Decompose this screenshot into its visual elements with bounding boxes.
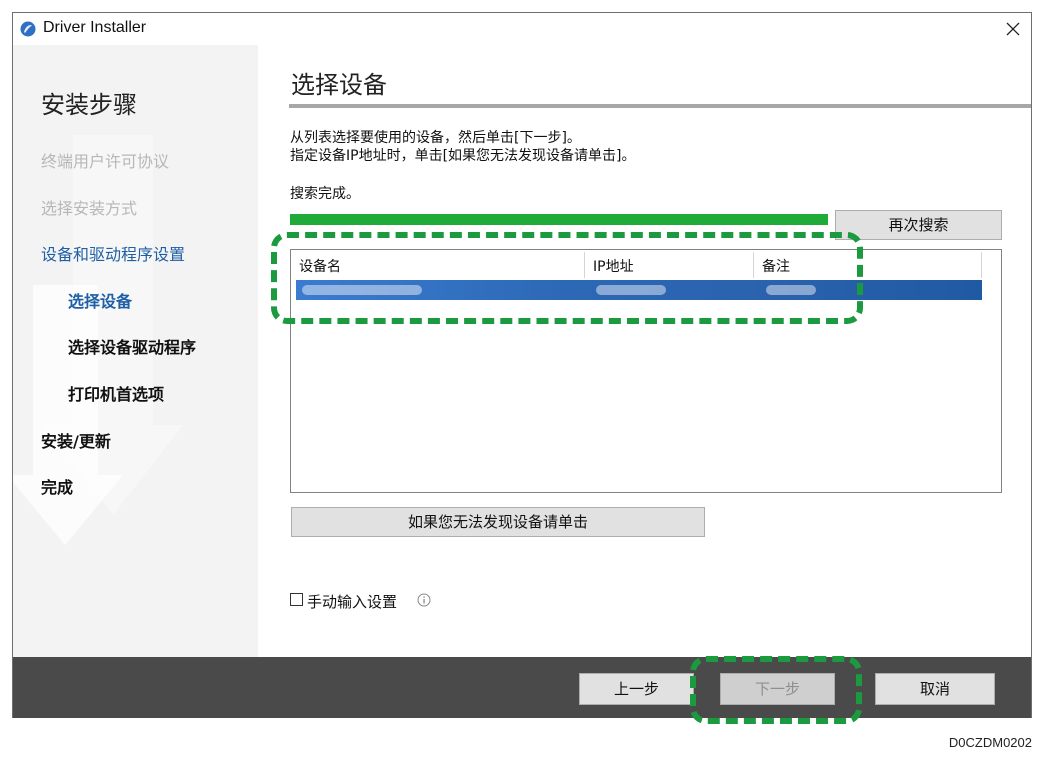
blurred-notes [766, 285, 816, 295]
title-bar: Driver Installer [13, 13, 1031, 45]
column-ip-address[interactable]: IP地址 [593, 256, 634, 276]
blurred-ip-address [596, 285, 666, 295]
device-not-found-button[interactable]: 如果您无法发现设备请单击 [291, 507, 705, 537]
info-icon[interactable] [417, 593, 431, 607]
step-complete: 完成 [41, 478, 74, 497]
search-status: 搜索完成。 [290, 186, 360, 202]
column-separator [753, 252, 754, 278]
window-title: Driver Installer [43, 19, 147, 36]
cancel-button[interactable]: 取消 [875, 673, 995, 705]
installer-window: Driver Installer 安装步骤 终端用户许可协议 选择安装方式 设备… [12, 12, 1032, 718]
step-install-update: 安装/更新 [41, 432, 111, 451]
manual-input-label[interactable]: 手动输入设置 [307, 591, 397, 612]
column-device-name[interactable]: 设备名 [299, 256, 341, 276]
search-progress-bar [290, 214, 828, 225]
column-separator [584, 252, 585, 278]
device-list[interactable]: 设备名 IP地址 备注 [290, 249, 1002, 493]
search-again-button[interactable]: 再次搜索 [835, 210, 1002, 240]
page-title: 选择设备 [291, 71, 387, 99]
step-install-method: 选择安装方式 [41, 199, 138, 218]
step-eula: 终端用户许可协议 [41, 152, 170, 171]
column-separator [981, 252, 982, 278]
step-device-driver-settings: 设备和驱动程序设置 [41, 245, 186, 264]
title-divider [289, 104, 1031, 108]
column-notes[interactable]: 备注 [762, 256, 790, 276]
progress-fill [290, 214, 828, 225]
steps-sidebar: 安装步骤 终端用户许可协议 选择安装方式 设备和驱动程序设置 选择设备 选择设备… [13, 45, 258, 657]
instruction-line-2: 指定设备IP地址时，单击[如果您无法发现设备请单击]。 [290, 148, 636, 164]
instruction-line-1: 从列表选择要使用的设备，然后单击[下一步]。 [290, 130, 581, 146]
next-button[interactable]: 下一步 [720, 673, 835, 705]
manual-input-checkbox[interactable] [290, 593, 303, 606]
close-icon [1006, 22, 1020, 36]
close-button[interactable] [999, 16, 1027, 42]
step-printer-preferences: 打印机首选项 [68, 385, 165, 404]
step-select-device: 选择设备 [68, 292, 133, 311]
app-orb-icon [20, 21, 36, 37]
step-select-driver: 选择设备驱动程序 [68, 338, 197, 357]
steps-heading: 安装步骤 [41, 91, 137, 119]
back-button[interactable]: 上一步 [579, 673, 694, 705]
document-id: D0CZDM0202 [948, 735, 1032, 750]
blurred-device-name [302, 285, 422, 295]
selected-device-row[interactable] [296, 280, 982, 300]
